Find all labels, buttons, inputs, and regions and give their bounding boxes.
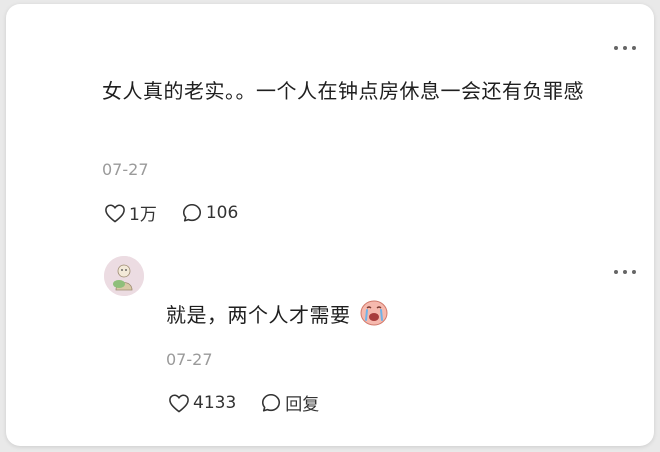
more-icon bbox=[614, 46, 618, 50]
reply-comment-actions: 4133 回复 bbox=[168, 390, 319, 415]
main-comment-text: 女人真的老实。。一个人在钟点房休息一会还有负罪感 bbox=[102, 79, 584, 103]
more-options-button[interactable] bbox=[614, 46, 636, 50]
reply-like-button[interactable]: 4133 bbox=[168, 393, 236, 413]
avatar-illustration bbox=[104, 256, 144, 296]
avatar[interactable] bbox=[104, 256, 144, 296]
reply-more-options-button[interactable] bbox=[614, 270, 636, 274]
reply-comment-line: 就是，两个人才需要 bbox=[166, 298, 389, 332]
heart-icon bbox=[105, 204, 125, 222]
comment-icon bbox=[262, 393, 281, 412]
main-comment-date: 07-27 bbox=[102, 160, 149, 179]
reply-count: 106 bbox=[205, 202, 239, 223]
like-count: 1万 bbox=[129, 205, 157, 225]
reply-comment-date: 07-27 bbox=[166, 350, 213, 369]
reply-count-button[interactable]: 106 bbox=[181, 202, 238, 224]
reply-like-count: 4133 bbox=[193, 392, 237, 413]
more-icon-dot bbox=[632, 46, 636, 50]
comment-card: 女人真的老实。。一个人在钟点房休息一会还有负罪感 07-27 1万 106 就是… bbox=[6, 4, 654, 446]
comment-icon bbox=[182, 203, 201, 222]
reply-label: 回复 bbox=[285, 395, 320, 415]
more-icon-dot bbox=[632, 270, 636, 274]
main-comment-actions: 1万 106 bbox=[104, 200, 238, 225]
more-icon-dot bbox=[623, 270, 627, 274]
heart-icon bbox=[169, 394, 189, 412]
more-icon-dot bbox=[623, 46, 627, 50]
reply-button[interactable]: 回复 bbox=[260, 390, 319, 415]
reply-comment-text: 就是，两个人才需要 bbox=[166, 303, 351, 327]
more-icon bbox=[614, 270, 618, 274]
like-button[interactable]: 1万 bbox=[104, 200, 157, 225]
crying-emoji-icon bbox=[360, 300, 388, 326]
